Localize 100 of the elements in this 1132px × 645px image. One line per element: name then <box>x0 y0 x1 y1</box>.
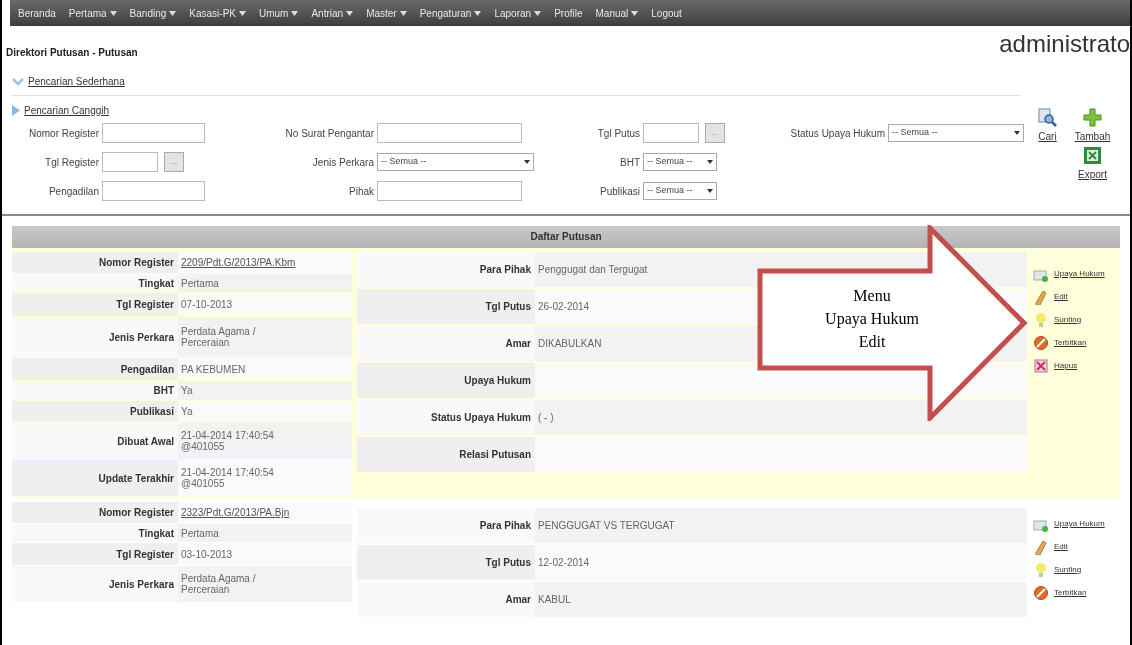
field-label: Nomor Register <box>12 252 178 273</box>
menu-item[interactable]: Pertama <box>68 5 117 21</box>
field-label: Status Upaya Hukum <box>789 126 886 141</box>
field-value: Perdata Agama / Perceraian <box>181 573 256 595</box>
field-value: 26-02-2014 <box>538 301 590 312</box>
field-label: Jenis Perkara <box>12 317 178 357</box>
register-link[interactable]: 2209/Pdt.G/2013/PA.Kbm <box>181 257 296 268</box>
field-label: Tgl Putus <box>596 126 641 141</box>
field-value: 21-04-2014 17:40:54 @401055 <box>181 467 274 489</box>
action-link[interactable]: Upaya Hukum <box>1033 266 1120 282</box>
field-value: DIKABULKAN <box>538 338 602 349</box>
menu-item[interactable]: Master <box>366 5 407 21</box>
toolbar-button[interactable]: Export <box>1075 146 1110 182</box>
input-field[interactable] <box>377 123 522 143</box>
lightbulb-icon <box>1033 312 1049 328</box>
plus-icon <box>1083 108 1102 127</box>
field-label: Upaya Hukum <box>357 363 535 398</box>
field-label: Pengadilan <box>12 358 178 380</box>
toolbar-button[interactable]: Cari <box>1030 108 1065 144</box>
action-link[interactable]: Sunting <box>1033 562 1120 578</box>
field-value: 21-04-2014 17:40:54 @401055 <box>181 430 274 452</box>
section-link[interactable]: Pencarian Sederhana <box>28 74 125 89</box>
section-link[interactable]: Pencarian Canggih <box>24 102 110 118</box>
action-link[interactable]: Terbitkan <box>1033 585 1120 601</box>
date-picker-button[interactable]: ... <box>705 123 725 143</box>
input-field[interactable] <box>102 181 205 201</box>
menu-item[interactable]: Antrian <box>311 5 354 21</box>
menu-item[interactable]: Banding <box>129 5 177 21</box>
field-label: Amar <box>357 326 535 361</box>
field-value: KABUL <box>538 594 571 605</box>
action-link[interactable]: Edit <box>1033 539 1120 555</box>
field-label: Tingkat <box>12 524 178 542</box>
menu-item[interactable]: Pengaturan <box>419 5 482 21</box>
menu-item[interactable]: Beranda <box>18 5 56 21</box>
field-label: Relasi Putusan <box>357 437 535 472</box>
field-label: BHT <box>619 155 641 170</box>
field-label: Tgl Putus <box>357 289 535 324</box>
action-link[interactable]: Hapus <box>1033 358 1120 374</box>
field-label: Para Pihak <box>357 508 535 543</box>
field-label: Update Terakhir <box>12 460 178 496</box>
input-field[interactable] <box>102 123 205 143</box>
field-label: Tgl Register <box>12 293 178 316</box>
field-label: Pihak <box>348 184 375 199</box>
caret-icon <box>707 189 713 193</box>
field-label: Tgl Register <box>44 155 100 170</box>
action-link[interactable]: Terbitkan <box>1033 335 1120 351</box>
list-header: Daftar Putusan <box>12 226 1120 248</box>
menu-item[interactable]: Laporan <box>494 5 542 21</box>
register-link[interactable]: 2323/Pdt.G/2013/PA.Bjn <box>181 507 290 518</box>
action-link[interactable]: Sunting <box>1033 312 1120 328</box>
menu-item[interactable]: Profile <box>554 5 583 21</box>
field-label: Status Upaya Hukum <box>357 400 535 435</box>
caret-icon <box>1014 131 1020 135</box>
caret-icon <box>524 160 530 164</box>
field-value: 07-10-2013 <box>181 299 233 310</box>
field-label: Nomor Register <box>12 502 178 523</box>
field-value: Ya <box>181 406 193 417</box>
field-label: BHT <box>12 381 178 400</box>
field-label: Jenis Perkara <box>311 155 375 170</box>
field-label: Dibuat Awal <box>12 423 178 459</box>
field-value: Pertama <box>181 277 219 289</box>
menu-item[interactable]: Manual <box>595 5 639 21</box>
field-label: Tingkat <box>12 274 178 292</box>
field-value: 12-02-2014 <box>538 557 590 568</box>
dropdown[interactable]: -- Semua -- <box>643 182 717 200</box>
field-value: ( - ) <box>538 412 554 423</box>
field-label: No Surat Pengantar <box>284 126 375 141</box>
input-field[interactable] <box>377 181 522 201</box>
field-label: Amar <box>357 582 535 617</box>
date-field[interactable] <box>643 123 699 143</box>
date-picker-button[interactable]: ... <box>164 152 184 172</box>
dropdown[interactable]: -- Semua -- <box>377 153 534 171</box>
prohibited-icon <box>1033 335 1049 351</box>
lightbulb-icon <box>1033 562 1049 578</box>
menu-item[interactable]: Kasasi-PK <box>189 5 246 21</box>
page-title: Direktori Putusan - Putusan <box>6 46 138 60</box>
date-field[interactable] <box>102 152 158 172</box>
search-icon <box>1038 108 1057 127</box>
delete-icon <box>1033 358 1049 374</box>
pencil-icon <box>1033 289 1049 305</box>
field-label: Pengadilan <box>47 184 100 199</box>
menu-item[interactable]: Logout <box>651 5 682 21</box>
field-label: Tgl Register <box>12 543 178 565</box>
user-name: administrato <box>999 32 1130 59</box>
field-value: Ya <box>181 385 193 396</box>
field-value: Perdata Agama / Perceraian <box>181 326 256 348</box>
field-label: Tgl Putus <box>357 545 535 580</box>
field-value: PENGGUGAT VS TERGUGAT <box>538 520 675 531</box>
field-label: Para Pihak <box>357 252 535 287</box>
menu-item[interactable]: Umum <box>259 5 299 21</box>
dropdown[interactable]: -- Semua -- <box>643 153 717 171</box>
toolbar-button[interactable]: Tambah <box>1075 108 1110 144</box>
action-link[interactable]: Upaya Hukum <box>1033 516 1120 532</box>
dropdown[interactable]: -- Semua -- <box>888 124 1024 142</box>
action-link[interactable]: Edit <box>1033 289 1120 305</box>
field-value: PA KEBUMEN <box>181 363 246 375</box>
field-label: Jenis Perkara <box>12 566 178 602</box>
prohibited-icon <box>1033 585 1049 601</box>
field-value: 03-10-2013 <box>181 548 233 560</box>
field-value: Penggugat dan Tergugat <box>538 264 648 275</box>
